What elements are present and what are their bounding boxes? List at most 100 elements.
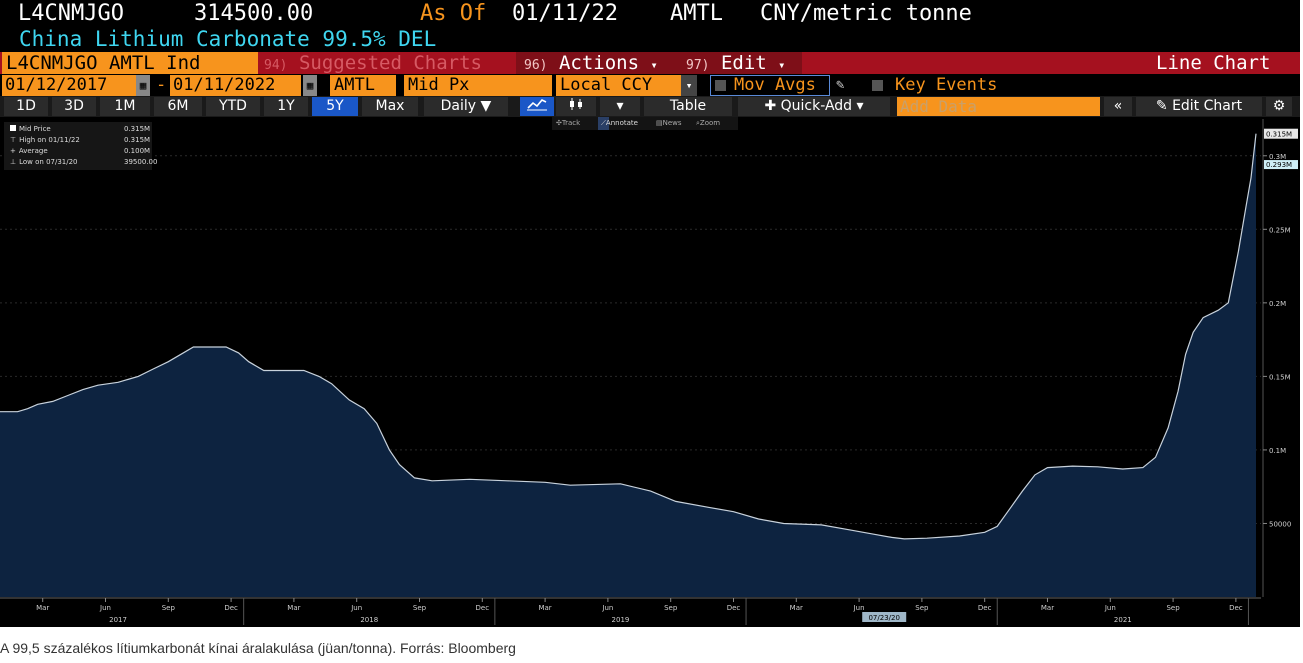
low-marker-icon: ⊥ [10,158,17,166]
x-year-label: 2019 [612,616,630,624]
x-tick-label: Dec [224,604,238,612]
date-dash: - [156,75,167,95]
asof-label: As Of [420,1,487,26]
legend-swatch [10,125,16,131]
suggested-charts-button[interactable]: 94) Suggested Charts [258,52,514,74]
key-events-toggle[interactable]: Key Events [872,75,997,96]
frequency-select[interactable]: Daily ▼ [424,97,508,116]
x-tick-label: Sep [664,604,678,612]
pencil-icon[interactable]: ✎ [836,75,844,96]
y-tick-label: 50000 [1269,520,1291,528]
x-tick-label: Dec [978,604,992,612]
mov-avgs-toggle[interactable]: Mov Avgs [710,75,830,96]
chevron-down-icon[interactable]: ▾ [681,75,697,96]
price-area [0,133,1256,597]
table-button[interactable]: Table [644,97,732,116]
chevron-down-icon[interactable]: ▾ [600,97,640,116]
news-tool[interactable]: ▤ News [656,117,682,130]
y-tick-label: 0.15M [1269,373,1291,381]
header-line: L4CNMJGO 314500.00 As Of 01/11/22 AMTL C… [0,0,1300,27]
crosshair-value-label: 0.293M [1266,161,1292,169]
x-tick-label: Dec [727,604,741,612]
period-button-max[interactable]: Max [362,97,418,116]
bloomberg-terminal: L4CNMJGO 314500.00 As Of 01/11/22 AMTL C… [0,0,1300,627]
quick-add-button[interactable]: ✚ Quick-Add ▾ [738,97,890,116]
x-year-label: 2018 [360,616,378,624]
add-data-input[interactable]: Add Data [897,97,1100,116]
ticker: L4CNMJGO [18,1,124,26]
parameter-bar: 01/12/2017 ▦ - 01/11/2022 ▦ AMTL Mid Px … [0,75,1300,96]
chart-type-label: Line Chart [1156,52,1271,74]
last-value-label: 0.315M [1266,131,1292,139]
plus-icon: ✚ [764,98,777,114]
range-bar: 1D 3D 1M 6M YTD 1Y 5Y Max Daily ▼ ▾ Table ✚ Qui… [0,96,1300,117]
field-input[interactable]: Mid Px [404,75,552,96]
price-chart[interactable]: 50000 0.1M 0.15M 0.2M 0.25M 0.3M 0.315M 0.293M M… [0,117,1300,627]
checkbox-icon [715,80,726,91]
collapse-icon[interactable]: « [1104,97,1132,116]
x-tick-label: Jun [601,604,613,612]
x-year-label: 2017 [109,616,127,624]
edit-chart-button[interactable]: ✎ Edit Chart [1136,97,1262,116]
period-button-1d[interactable]: 1D [4,97,48,116]
action-bar: L4CNMJGO AMTL Ind 94) Suggested Charts 9… [0,52,1300,74]
actions-menu[interactable]: 96) Actions ▾ [516,52,682,74]
calendar-icon[interactable]: ▦ [136,75,150,96]
figure-caption: A 99,5 százalékos lítiumkarbonát kínai á… [0,640,516,656]
security-description-row: China Lithium Carbonate 99.5% DEL [0,27,1300,51]
edit-menu[interactable]: 97) Edit ▾ [678,52,802,74]
average-marker-icon: + [10,147,16,155]
last-price: 314500.00 [194,1,314,26]
x-tick-label: Sep [162,604,176,612]
x-tick-label: Mar [1041,604,1054,612]
y-tick-label: 0.25M [1269,226,1291,234]
source-label: AMTL [670,1,723,26]
candlestick-icon[interactable] [556,97,596,116]
period-button-ytd[interactable]: YTD [206,97,260,116]
y-tick-label: 0.2M [1269,300,1286,308]
legend-item: Mid Price 0.315M [10,125,150,133]
gear-icon[interactable]: ⚙ [1266,97,1292,116]
y-tick-label: 0.1M [1269,447,1286,455]
chart-tool-strip: ✣ Track ⟋ Annotate ▤ News ⌕ Zoom [552,117,738,130]
period-button-1y[interactable]: 1Y [264,97,308,116]
period-button-3d[interactable]: 3D [52,97,96,116]
line-chart-icon[interactable] [520,97,554,116]
units-label: CNY/metric tonne [760,1,972,26]
high-marker-icon: ⊤ [10,136,17,144]
x-tick-label: Mar [36,604,49,612]
checkbox-icon [872,80,883,91]
asof-date: 01/11/22 [512,1,618,26]
chevron-down-icon: ▾ [650,58,658,72]
chevron-down-icon: ▾ [856,98,864,114]
chevron-down-icon: ▾ [778,58,786,72]
x-tick-label: Sep [413,604,427,612]
crosshair-date-label: 07/23/20 [868,614,899,622]
legend-item: ⊥ Low on 07/31/20 39500.00 [10,158,158,166]
legend-item: ⊤ High on 01/11/22 0.315M [10,136,151,144]
zoom-tool[interactable]: ⌕ Zoom [696,117,720,130]
period-button-6m[interactable]: 6M [154,97,202,116]
x-tick-label: Mar [790,604,803,612]
x-tick-label: Jun [853,604,865,612]
source-input[interactable]: AMTL [330,75,396,96]
security-field[interactable]: L4CNMJGO AMTL Ind [2,52,258,74]
start-date-input[interactable]: 01/12/2017 [2,75,137,96]
annotate-tool[interactable]: ⟋ Annotate [598,117,638,130]
track-tool[interactable]: ✣ Track [556,117,580,130]
x-tick-label: Sep [915,604,929,612]
calendar-icon[interactable]: ▦ [303,75,317,96]
currency-select[interactable]: Local CCY [556,75,684,96]
x-year-label: 2021 [1114,616,1132,624]
period-button-5y[interactable]: 5Y [312,97,358,116]
end-date-input[interactable]: 01/11/2022 [170,75,301,96]
triangle-down-icon: ▼ [480,98,492,114]
x-tick-label: Jun [1104,604,1116,612]
period-button-1m[interactable]: 1M [100,97,150,116]
pencil-icon: ✎ [1155,98,1168,114]
x-tick-label: Jun [99,604,111,612]
x-tick-label: Dec [1229,604,1243,612]
y-tick-label: 0.3M [1269,153,1286,161]
x-tick-label: Mar [287,604,300,612]
x-tick-label: Jun [350,604,362,612]
